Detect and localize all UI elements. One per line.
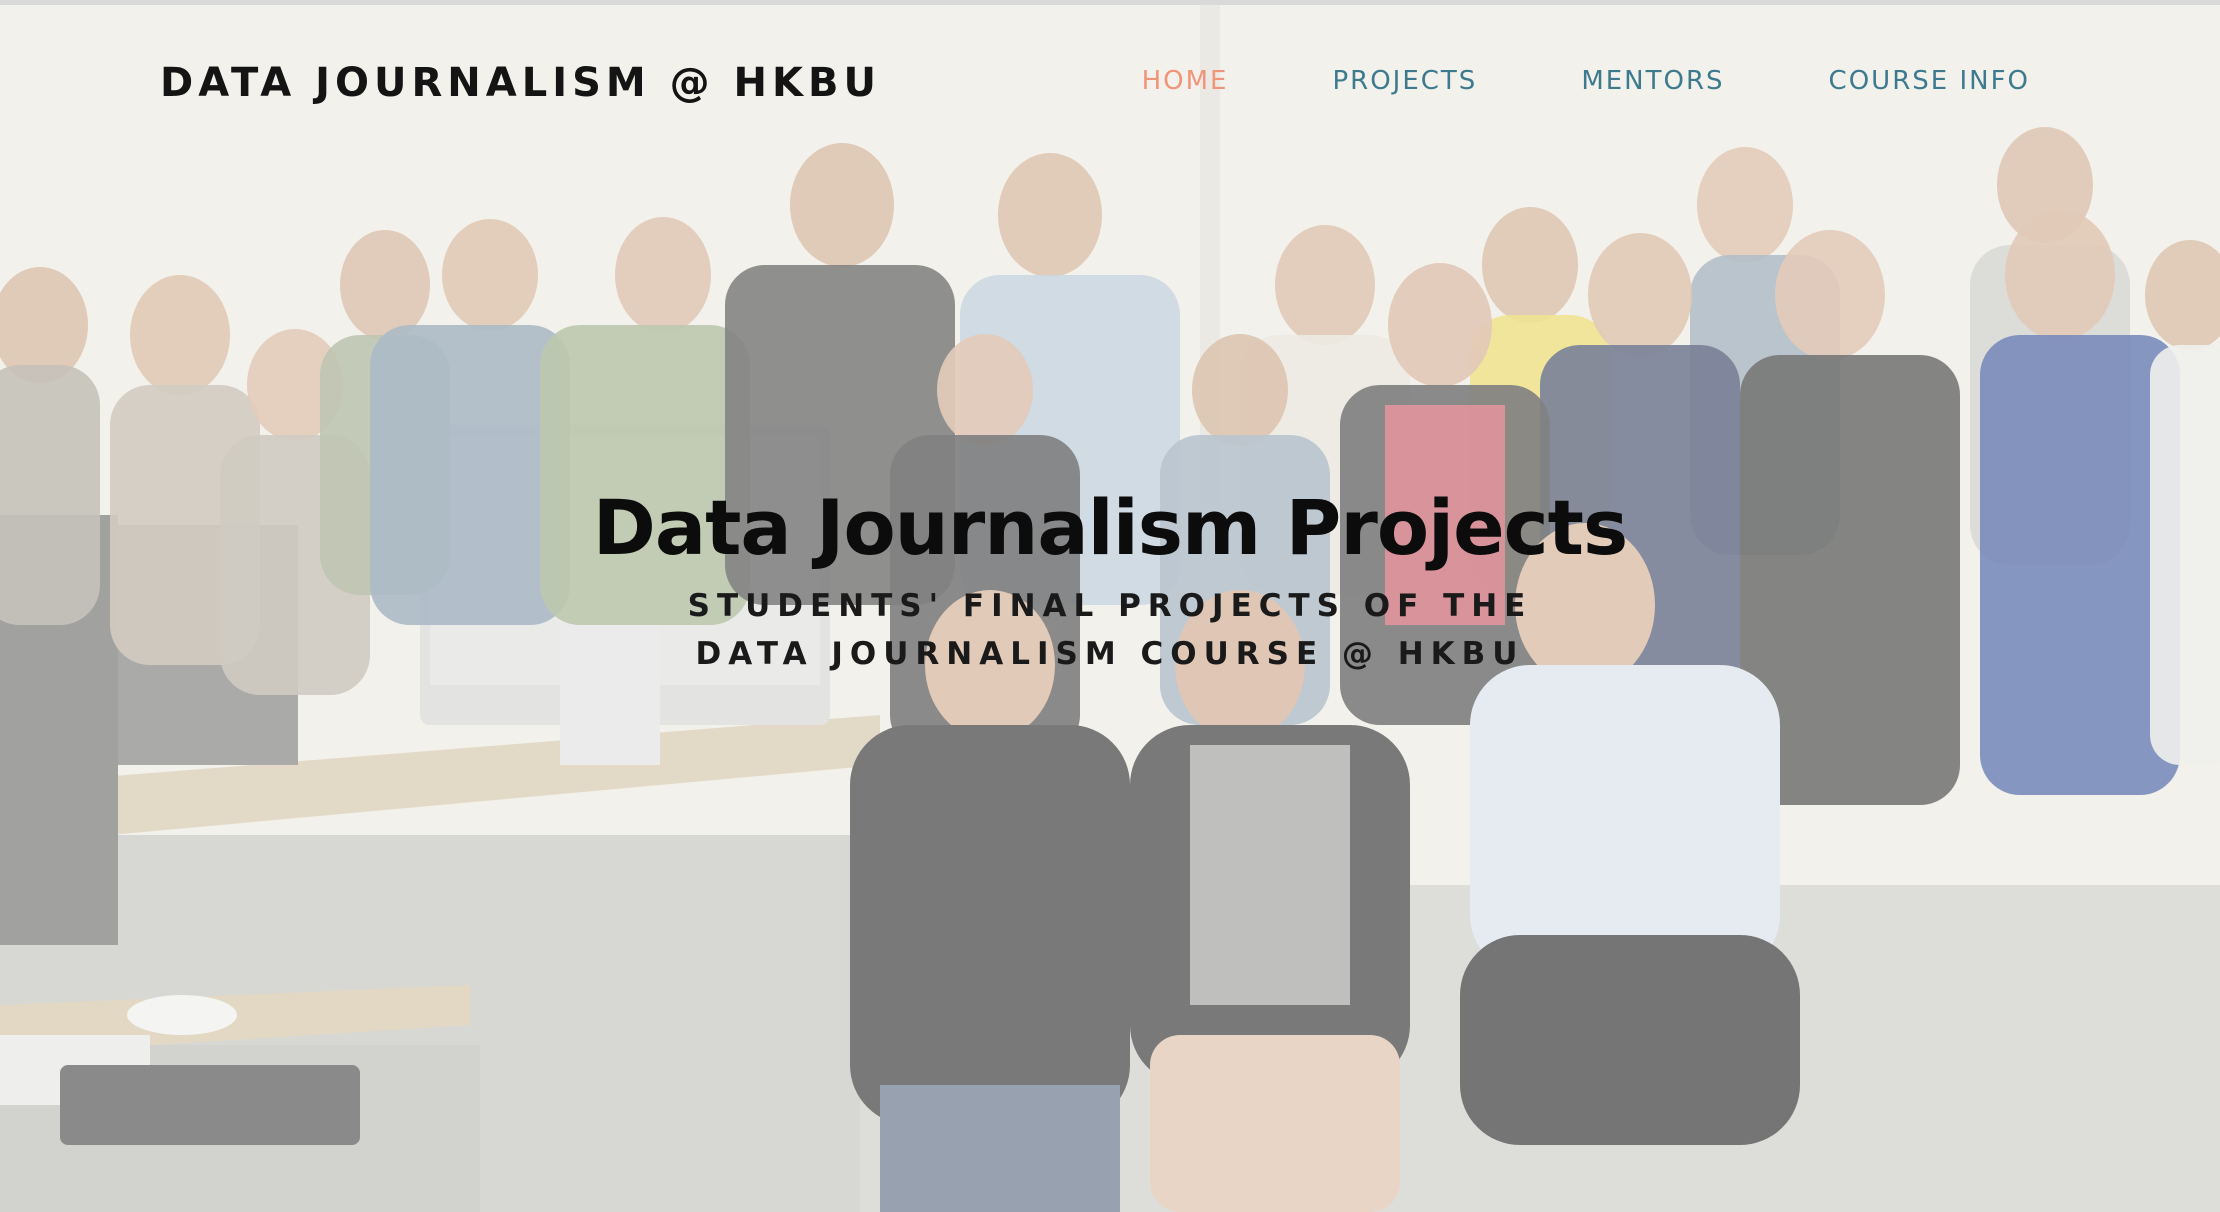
- nav-link-projects[interactable]: PROJECTS: [1332, 66, 1477, 96]
- nav-menu: HOME PROJECTS MENTORS COURSE INFO: [1142, 66, 2030, 96]
- page: DATA JOURNALISM @ HKBU HOME PROJECTS MEN…: [0, 0, 2220, 1212]
- nav-link-home[interactable]: HOME: [1142, 66, 1229, 96]
- navbar: DATA JOURNALISM @ HKBU HOME PROJECTS MEN…: [0, 40, 2220, 130]
- nav-link-mentors[interactable]: MENTORS: [1581, 66, 1724, 96]
- hero-section: Data Journalism Projects STUDENTS' FINAL…: [0, 478, 2220, 678]
- hero-title: Data Journalism Projects: [592, 483, 1629, 572]
- nav-link-course-info[interactable]: COURSE INFO: [1829, 66, 2030, 96]
- hero-subtitle: STUDENTS' FINAL PROJECTS OF THE DATA JOU…: [687, 588, 1533, 672]
- site-brand[interactable]: DATA JOURNALISM @ HKBU: [160, 60, 881, 106]
